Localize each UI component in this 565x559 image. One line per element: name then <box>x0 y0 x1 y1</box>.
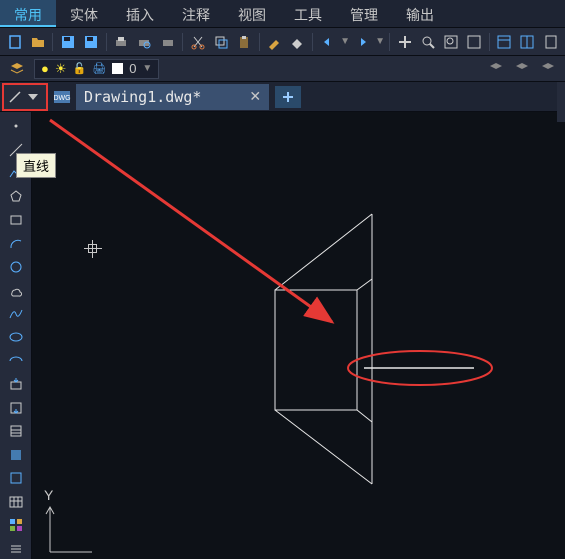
point-tool[interactable] <box>4 116 28 136</box>
redo-dropdown-icon[interactable]: ▼ <box>375 36 385 47</box>
layers-panel-button[interactable] <box>6 58 28 80</box>
chevron-down-icon: ▼ <box>142 63 152 74</box>
canvas-drawing: Y <box>32 112 565 559</box>
print-preview-button[interactable] <box>134 31 155 53</box>
erase-button[interactable] <box>287 31 308 53</box>
layer-isolate-button[interactable] <box>537 58 559 80</box>
tool-palette-button[interactable] <box>517 31 538 53</box>
paste-button[interactable] <box>233 31 254 53</box>
multiline-tool[interactable] <box>4 538 28 558</box>
line-tool-highlighted <box>2 83 48 111</box>
undo-dropdown-icon[interactable]: ▼ <box>340 36 350 47</box>
main-area: Y <box>0 112 565 559</box>
separator <box>489 33 490 51</box>
menu-item-entity[interactable]: 实体 <box>56 0 112 27</box>
separator <box>259 33 260 51</box>
open-file-button[interactable] <box>27 31 48 53</box>
layer-lock-icon: 🔓 <box>73 62 87 75</box>
menu-item-insert[interactable]: 插入 <box>112 0 168 27</box>
menu-bar: 常用 实体 插入 注释 视图 工具 管理 输出 <box>0 0 565 28</box>
layer-color-swatch <box>112 63 123 74</box>
ellipse-tool[interactable] <box>4 327 28 347</box>
document-tab-bar: DWG Drawing1.dwg* ✕ <box>0 82 565 112</box>
separator <box>52 33 53 51</box>
document-tab[interactable]: Drawing1.dwg* ✕ <box>76 84 269 110</box>
insert-block-tool[interactable] <box>4 374 28 394</box>
layer-freeze-icon: ☀ <box>55 61 67 77</box>
pan-button[interactable] <box>394 31 415 53</box>
line-tool-dropdown-icon[interactable] <box>28 94 38 100</box>
svg-text:DWG: DWG <box>53 95 70 102</box>
gradient-tool[interactable] <box>4 445 28 465</box>
saveas-button[interactable] <box>80 31 101 53</box>
menu-item-view[interactable]: 视图 <box>224 0 280 27</box>
layer-plot-icon: 🖨 <box>92 62 106 75</box>
region-tool[interactable] <box>4 468 28 488</box>
new-tab-button[interactable] <box>275 86 301 108</box>
save-button[interactable] <box>57 31 78 53</box>
hatch-tool[interactable] <box>4 421 28 441</box>
menu-item-manage[interactable]: 管理 <box>336 0 392 27</box>
separator <box>312 33 313 51</box>
drawing-canvas[interactable]: Y <box>32 112 565 559</box>
draw-toolbar <box>0 112 32 559</box>
table-tool[interactable] <box>4 492 28 512</box>
zoom-window-button[interactable] <box>440 31 461 53</box>
cut-button[interactable] <box>187 31 208 53</box>
separator <box>182 33 183 51</box>
properties-button[interactable] <box>494 31 515 53</box>
circle-tool[interactable] <box>4 257 28 277</box>
new-file-button[interactable] <box>4 31 25 53</box>
polygon-tool[interactable] <box>4 186 28 206</box>
match-properties-button[interactable] <box>264 31 285 53</box>
line-tool-tooltip: 直线 <box>16 153 56 178</box>
make-block-tool[interactable] <box>4 398 28 418</box>
zoom-button[interactable] <box>417 31 438 53</box>
main-toolbar: ▼ ▼ <box>0 28 565 56</box>
menu-item-annotate[interactable]: 注释 <box>168 0 224 27</box>
menu-item-output[interactable]: 输出 <box>392 0 448 27</box>
print-button[interactable] <box>111 31 132 53</box>
layer-selector[interactable]: ● ☀ 🔓 🖨 0 ▼ <box>34 59 159 79</box>
document-tab-title: Drawing1.dwg* <box>84 88 201 106</box>
arc-tool[interactable] <box>4 233 28 253</box>
separator <box>106 33 107 51</box>
layer-state-button[interactable] <box>511 58 533 80</box>
layer-previous-button[interactable] <box>485 58 507 80</box>
copy-button[interactable] <box>210 31 231 53</box>
grid-tool[interactable] <box>4 515 28 535</box>
layer-toolbar: ● ☀ 🔓 🖨 0 ▼ <box>0 56 565 82</box>
menu-item-common[interactable]: 常用 <box>0 0 56 27</box>
layer-on-icon: ● <box>41 61 49 76</box>
close-tab-button[interactable]: ✕ <box>249 88 261 105</box>
calculator-button[interactable] <box>540 31 561 53</box>
spline-tool[interactable] <box>4 304 28 324</box>
dwg-file-icon: DWG <box>52 87 72 107</box>
redo-button[interactable] <box>352 31 373 53</box>
menu-item-tools[interactable]: 工具 <box>280 0 336 27</box>
undo-button[interactable] <box>317 31 338 53</box>
line-tool-button[interactable] <box>4 85 26 109</box>
zoom-extents-button[interactable] <box>464 31 485 53</box>
publish-button[interactable] <box>157 31 178 53</box>
ellipse-arc-tool[interactable] <box>4 351 28 371</box>
revision-cloud-tool[interactable] <box>4 280 28 300</box>
right-panel-strip[interactable] <box>557 82 565 122</box>
separator <box>389 33 390 51</box>
ucs-y-label: Y <box>44 487 54 503</box>
layer-name: 0 <box>129 61 136 76</box>
rectangle-tool[interactable] <box>4 210 28 230</box>
